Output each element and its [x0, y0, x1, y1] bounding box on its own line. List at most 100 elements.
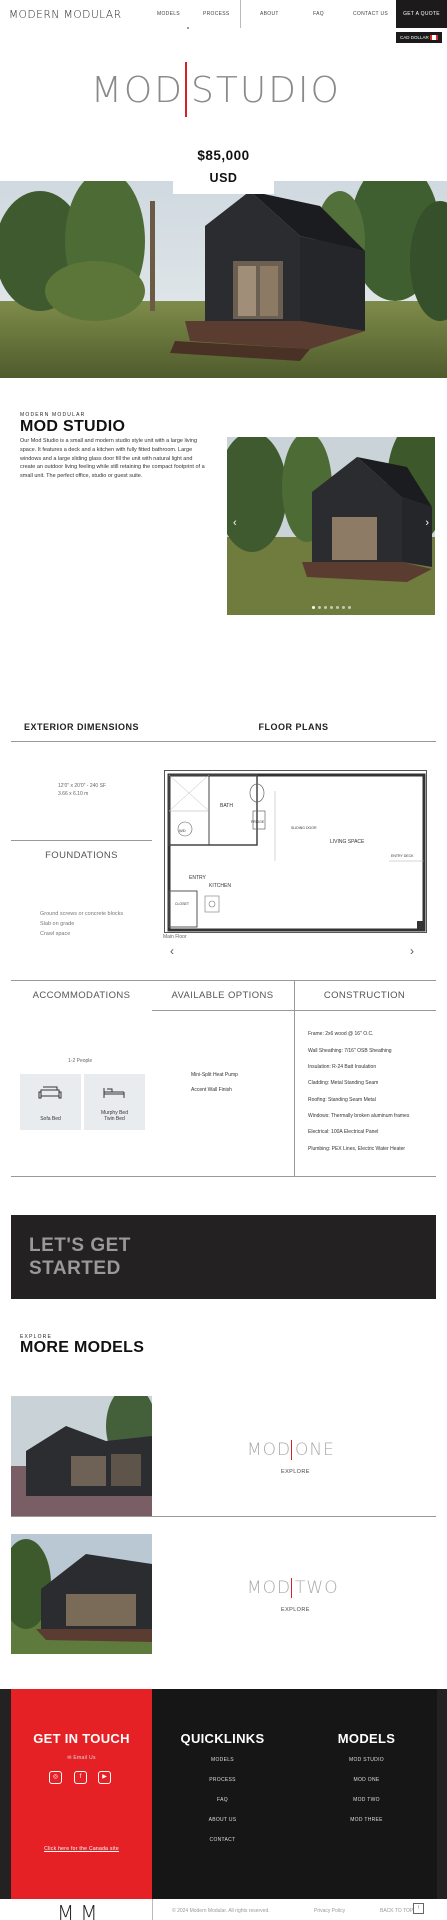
divider [11, 1176, 436, 1177]
model-logo-right: ONE [295, 1440, 335, 1460]
footer-bottom-bar: MM © 2024 Modern Modular. All rights res… [0, 1899, 447, 1920]
model-card-mod-two[interactable]: MOD TWO EXPLORE [11, 1534, 436, 1654]
foundation-item: Slab on grade [40, 921, 75, 927]
slider-dot[interactable] [330, 606, 333, 609]
hero-title-divider [185, 62, 187, 117]
nav-contact[interactable]: CONTACT US [353, 11, 388, 17]
option-item: Mini-Split Heat Pump [191, 1072, 238, 1078]
option-item: Accent Wall Finish [191, 1087, 232, 1093]
model-image-slider[interactable]: ‹ › [227, 437, 435, 615]
construction-item: Plumbing: PEX Lines, Electric Water Heat… [308, 1146, 406, 1152]
hero-image [0, 181, 447, 378]
youtube-icon[interactable]: ▶ [98, 1771, 111, 1784]
quicklinks-heading: QUICKLINKS [180, 1731, 265, 1746]
slider-dot[interactable] [348, 606, 351, 609]
privacy-link[interactable]: Privacy Policy [314, 1908, 345, 1914]
footer-model-link[interactable]: MOD TWO [296, 1797, 437, 1803]
currency-selector[interactable]: CAD DOLLAR [396, 32, 442, 43]
plan-room-label: SLIDING DOOR [291, 826, 317, 830]
divider [152, 1899, 153, 1920]
divider [11, 1516, 436, 1517]
site-logo[interactable]: MODERN MODULAR [9, 9, 122, 21]
quicklink[interactable]: ABOUT US [152, 1817, 293, 1823]
hero-title-left: MOD [90, 70, 184, 111]
floor-plans-heading: FLOOR PLANS [258, 722, 329, 732]
model-card-mod-one[interactable]: MOD ONE EXPLORE [11, 1396, 436, 1516]
construction-item: Cladding: Metal Standing Seam [308, 1080, 379, 1086]
plan-prev-icon[interactable]: ‹ [170, 944, 174, 958]
explore-link[interactable]: EXPLORE [281, 1469, 310, 1475]
construction-heading: CONSTRUCTION [323, 990, 406, 1001]
dimensions-imperial: 12'0" x 20'0" - 240 SF [58, 783, 106, 789]
model-title: MOD STUDIO [20, 418, 126, 435]
models-heading: MODELS [337, 1731, 396, 1746]
site-header: MODERN MODULAR MODELS PROCESS ABOUT FAQ … [0, 0, 447, 30]
accommodation-label: Murphy Bed Twin Bed [84, 1110, 145, 1122]
construction-item: Wall Sheathing: 7/16" OSB Sheathing [308, 1048, 392, 1054]
hero-title: MOD STUDIO [0, 62, 447, 122]
slider-next-icon[interactable]: › [425, 517, 429, 529]
back-to-top-label: BACK TO TOP [380, 1908, 414, 1914]
get-quote-button[interactable]: GET A QUOTE [396, 0, 447, 28]
lets-get-started-banner[interactable]: LET'S GET STARTED [11, 1215, 436, 1299]
currency-label: CAD DOLLAR [400, 35, 429, 40]
email-us-label: Email Us [73, 1755, 96, 1761]
floor-plan-drawing[interactable]: BATH WD FRIDGE LIVING SPACE ENTRY KITCHE… [164, 770, 427, 933]
plan-room-label: ENTRY DECK [391, 854, 414, 858]
nav-about[interactable]: ABOUT [260, 11, 279, 17]
footer-model-link[interactable]: MOD THREE [296, 1817, 437, 1823]
more-models-title: MORE MODELS [20, 1339, 145, 1356]
slider-dot[interactable] [312, 606, 315, 609]
quicklink[interactable]: MODELS [152, 1757, 293, 1763]
construction-item: Electrical: 100A Electrical Panel [308, 1129, 379, 1135]
slider-dot[interactable] [318, 606, 321, 609]
divider [152, 1010, 436, 1011]
accommodation-card: Murphy Bed Twin Bed [84, 1074, 145, 1130]
hero-title-right: STUDIO [191, 70, 341, 111]
slider-dots [312, 606, 351, 609]
divider [11, 840, 152, 841]
facebook-icon[interactable]: f [74, 1771, 87, 1784]
construction-item: Frame: 2x6 wood @ 16" O.C. [308, 1031, 374, 1037]
model-logo-right: TWO [295, 1578, 339, 1598]
slider-dot[interactable] [336, 606, 339, 609]
nav-models[interactable]: MODELS [157, 11, 180, 17]
foundations-heading: FOUNDATIONS [45, 850, 118, 861]
model-logo-divider [291, 1578, 292, 1598]
slider-dot[interactable] [342, 606, 345, 609]
instagram-icon[interactable]: ◎ [49, 1771, 62, 1784]
get-in-touch-heading: GET IN TOUCH [33, 1731, 130, 1746]
quicklink[interactable]: PROCESS [152, 1777, 293, 1783]
exterior-dimensions-heading: EXTERIOR DIMENSIONS [23, 722, 139, 732]
cta-text: LET'S GET STARTED [29, 1234, 131, 1280]
nav-process[interactable]: PROCESS [203, 11, 230, 17]
price: $85,000 [197, 148, 250, 163]
email-us-link[interactable]: ✉ Email Us [11, 1755, 152, 1761]
bed-icon [103, 1088, 125, 1098]
quicklink[interactable]: CONTACT [152, 1837, 293, 1843]
divider [11, 741, 436, 742]
slider-dot[interactable] [324, 606, 327, 609]
plan-next-icon[interactable]: › [410, 944, 414, 958]
model-image [11, 1396, 152, 1516]
construction-item: Windows: Thermally broken aluminum frame… [308, 1113, 410, 1119]
accommodation-label: Sofa Bed [40, 1116, 61, 1122]
nav-faq[interactable]: FAQ [313, 11, 324, 17]
nav-divider [240, 0, 241, 28]
explore-link[interactable]: EXPLORE [281, 1607, 310, 1613]
arrow-up-icon[interactable]: ↑ [413, 1903, 424, 1914]
canada-site-link[interactable]: Click here for the Canada site [11, 1846, 152, 1852]
footer-contact-panel [11, 1689, 152, 1899]
sleeps: 1-2 People [68, 1058, 93, 1064]
footer-model-link[interactable]: MOD ONE [296, 1777, 437, 1783]
footer-model-link[interactable]: MOD STUDIO [296, 1757, 437, 1763]
footer-links-panel [152, 1689, 437, 1899]
plan-room-label: KITCHEN [209, 883, 231, 889]
foundation-item: Ground screws or concrete blocks [40, 911, 124, 917]
copyright: © 2024 Modern Modular. All rights reserv… [172, 1908, 270, 1914]
footer-logo[interactable]: MM [57, 1901, 104, 1920]
plan-room-label: LIVING SPACE [330, 839, 365, 845]
price-box: $85,000 USD [173, 142, 274, 194]
quicklink[interactable]: FAQ [152, 1797, 293, 1803]
slider-prev-icon[interactable]: ‹ [233, 517, 237, 529]
